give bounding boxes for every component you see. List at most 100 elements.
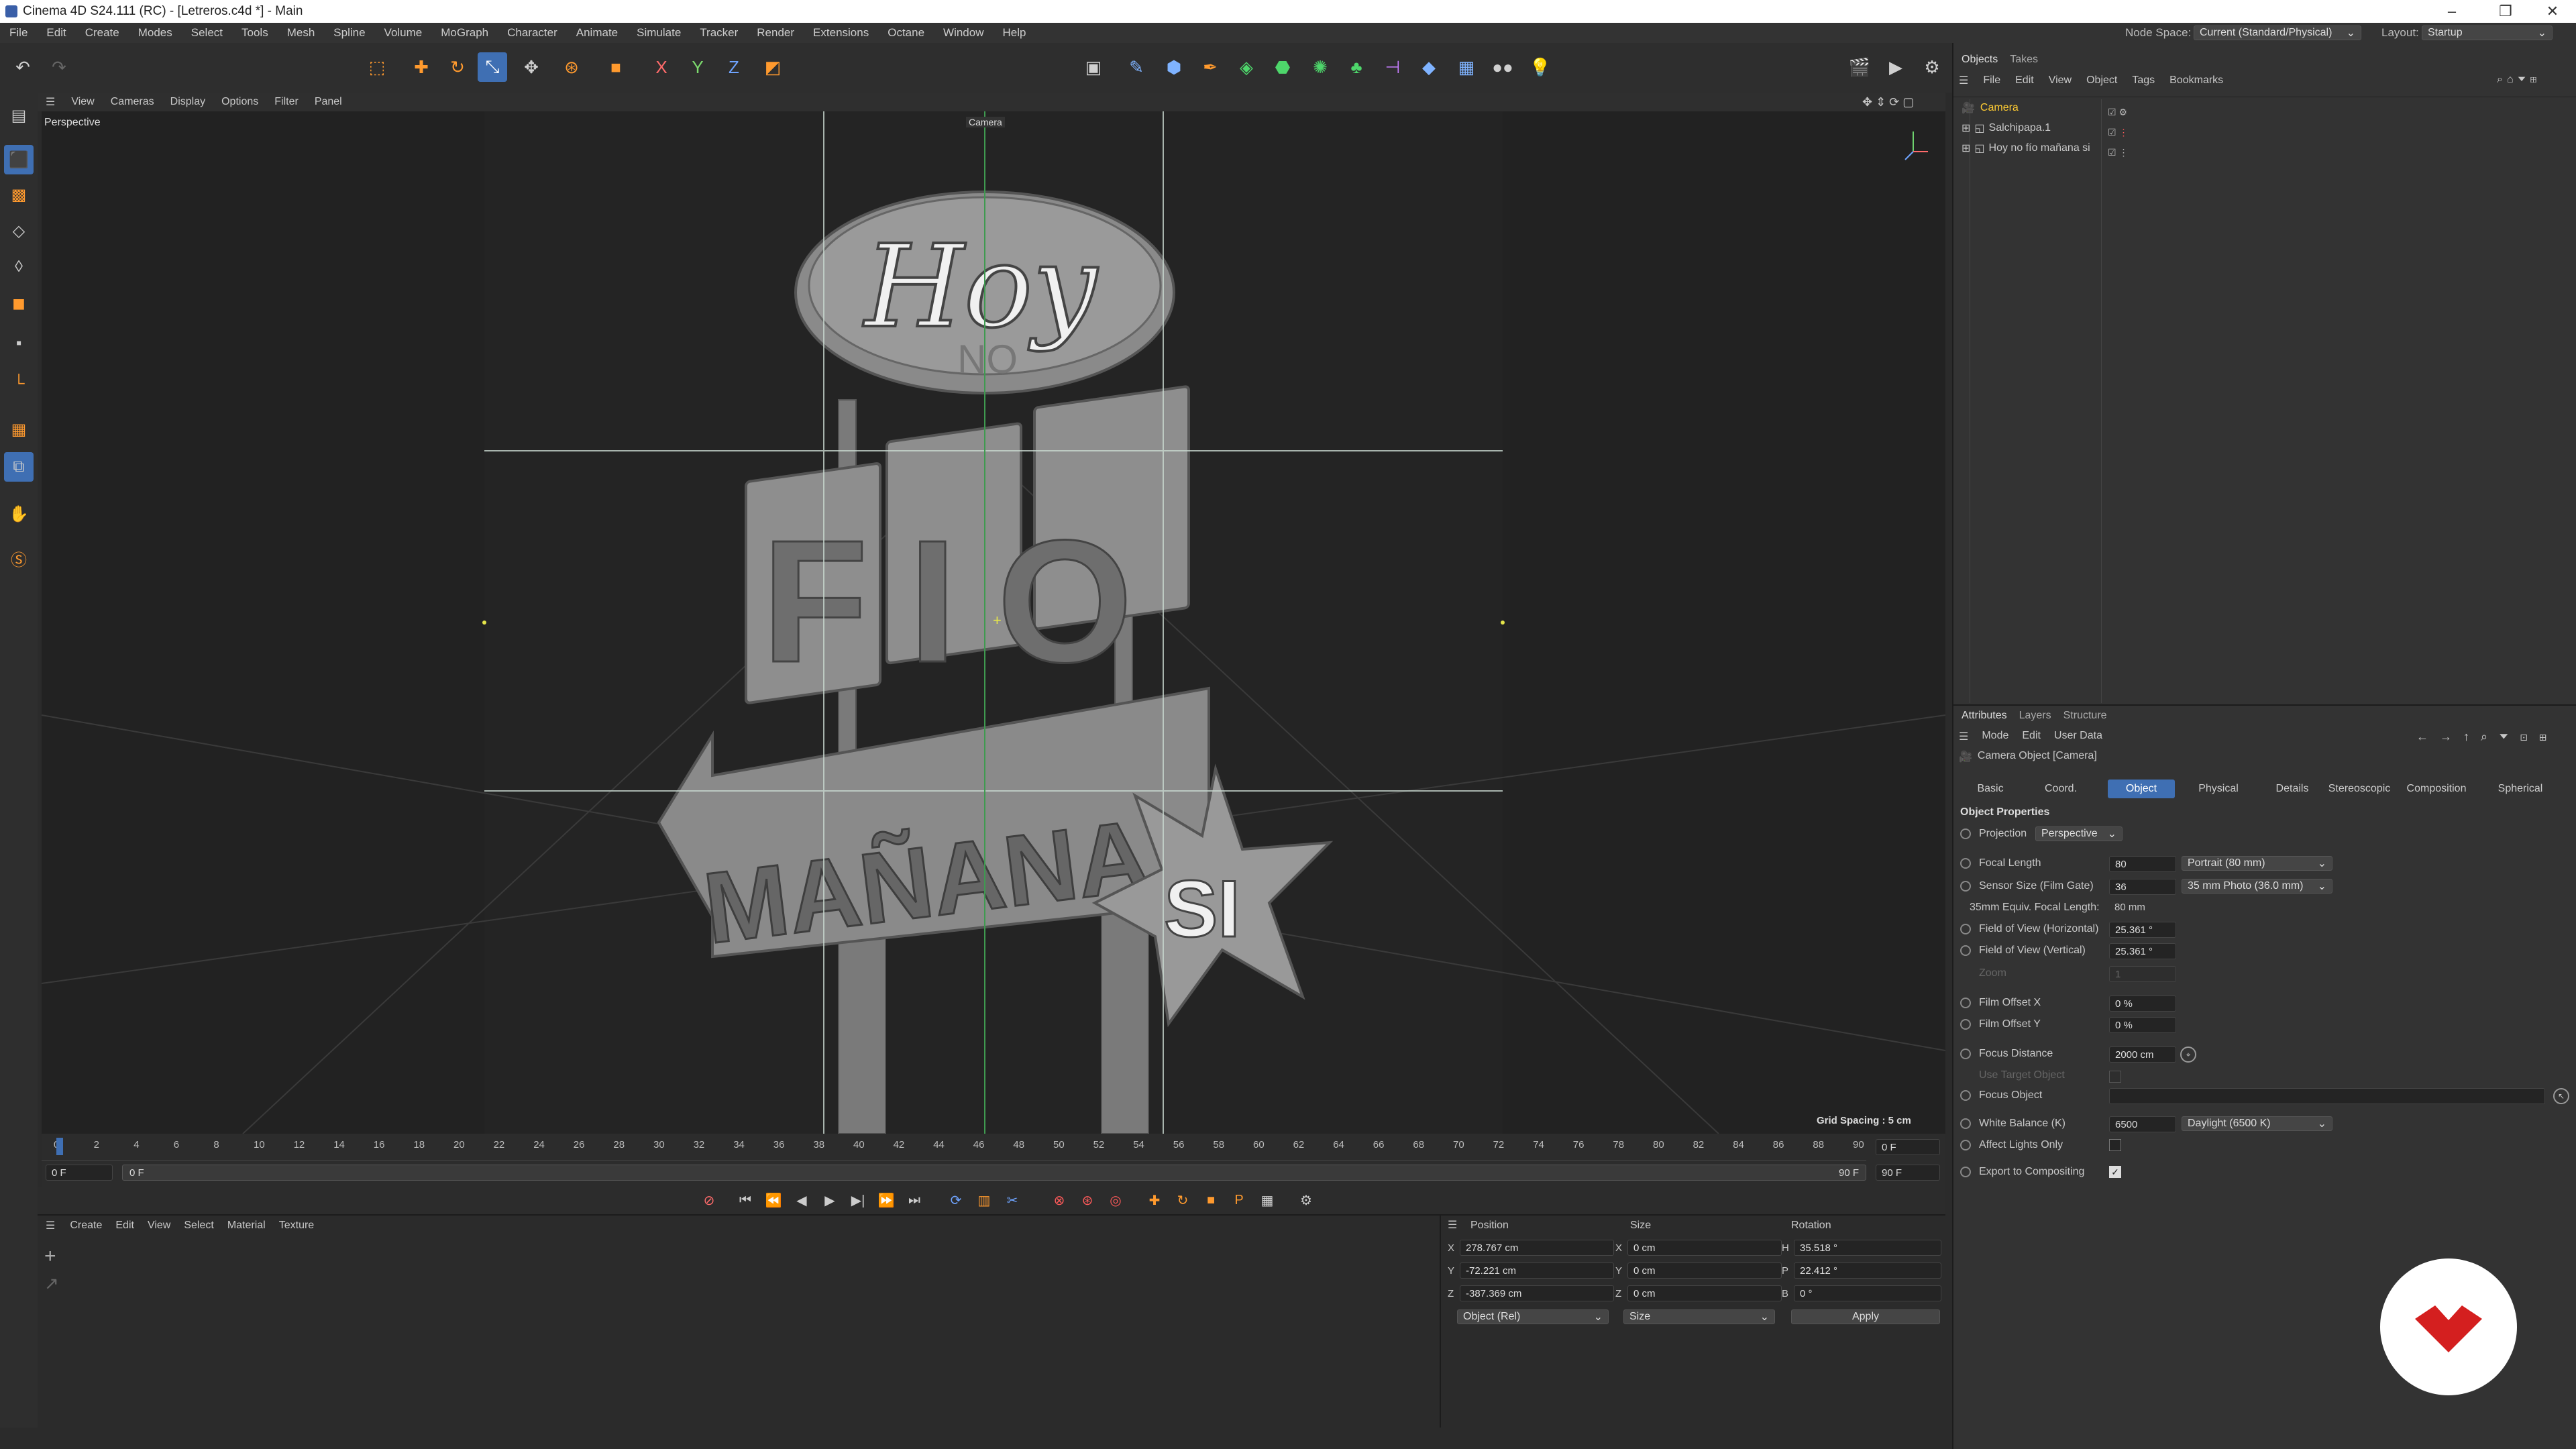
anim-circle-icon[interactable]: [1960, 1049, 1971, 1059]
anim-circle-icon[interactable]: [1960, 1090, 1971, 1101]
tab-structure[interactable]: Structure: [2063, 710, 2107, 722]
workplane-icon[interactable]: ▦: [4, 415, 34, 444]
mat-menu-create[interactable]: Create: [63, 1220, 109, 1232]
mat-menu-material[interactable]: Material: [221, 1220, 272, 1232]
minimize-icon[interactable]: –: [2428, 0, 2475, 23]
node-space-dropdown[interactable]: Current (Standard/Physical) ⌄: [2194, 25, 2361, 40]
spline-pen-icon[interactable]: ✒: [1195, 52, 1225, 82]
lock-y-icon[interactable]: Y: [683, 52, 712, 82]
menu-render[interactable]: Render: [747, 26, 804, 40]
subtab-physical[interactable]: Physical: [2182, 780, 2255, 798]
render-view-icon[interactable]: ▣: [1079, 52, 1108, 82]
sound-icon[interactable]: ✂: [1002, 1190, 1022, 1210]
object-row-salchipapa[interactable]: ⊞ ◱ Salchipapa.1: [1962, 118, 2051, 138]
object-mode-icon[interactable]: ◩: [758, 52, 788, 82]
autokey-icon[interactable]: ⊛: [1077, 1190, 1097, 1210]
om-menu-tags[interactable]: Tags: [2132, 74, 2155, 87]
anim-circle-icon[interactable]: [1960, 1140, 1971, 1150]
undo-icon[interactable]: ↶: [8, 52, 38, 82]
subtab-coord[interactable]: Coord.: [2027, 780, 2094, 798]
menu-file[interactable]: File: [0, 26, 37, 40]
subdivision-icon[interactable]: ◈: [1232, 52, 1261, 82]
axis-mode-icon[interactable]: └: [4, 369, 34, 398]
viewport-nav-icon[interactable]: ✥ ⇕ ⟳ ▢: [1862, 95, 1914, 109]
pos-x-field[interactable]: 278.767 cm: [1460, 1240, 1614, 1256]
anim-circle-icon[interactable]: [1960, 858, 1971, 869]
tab-objects[interactable]: Objects: [1962, 54, 1998, 66]
cube-icon[interactable]: ⬢: [1159, 52, 1189, 82]
anim-circle-icon[interactable]: [1960, 828, 1971, 839]
restore-icon[interactable]: ❐: [2482, 0, 2529, 23]
anim-circle-icon[interactable]: [1960, 998, 1971, 1008]
fps-icon[interactable]: ▥: [974, 1190, 994, 1210]
om-menu-object[interactable]: Object: [2086, 74, 2117, 87]
vp-menu-options[interactable]: Options: [213, 96, 266, 108]
rot-p-field[interactable]: 22.412 °: [1794, 1263, 1941, 1279]
script-icon[interactable]: Ⓢ: [4, 543, 34, 573]
menu-volume[interactable]: Volume: [375, 26, 432, 40]
extrude-icon[interactable]: ⬣: [1268, 52, 1297, 82]
hamburger-icon[interactable]: ☰: [1959, 730, 1968, 743]
sensor-preset-dropdown[interactable]: 35 mm Photo (36.0 mm) ⌄: [2182, 879, 2332, 894]
model-mode-icon[interactable]: ⬛: [4, 145, 34, 174]
go-to-end-icon[interactable]: ⏭: [904, 1190, 924, 1210]
uv-mode-icon[interactable]: ▪: [4, 329, 34, 358]
pos-y-field[interactable]: -72.221 cm: [1460, 1263, 1614, 1279]
pick-object-icon[interactable]: ↖: [2553, 1088, 2569, 1104]
material-tool-icon[interactable]: ↗: [44, 1273, 59, 1294]
mat-menu-select[interactable]: Select: [177, 1220, 220, 1232]
visibility-toggles[interactable]: ☑ ⚙ ☑ ⋮ ☑ ⋮: [2108, 102, 2128, 162]
menu-octane[interactable]: Octane: [878, 26, 934, 40]
coordinate-system-icon[interactable]: ■: [601, 52, 631, 82]
pos-z-field[interactable]: -387.369 cm: [1460, 1285, 1614, 1301]
key-position-icon[interactable]: ✚: [1144, 1190, 1165, 1210]
sensor-field[interactable]: 36: [2109, 879, 2176, 895]
rotate-tool-icon[interactable]: ↻: [443, 52, 472, 82]
anim-circle-icon[interactable]: [1960, 945, 1971, 956]
anim-circle-icon[interactable]: [1960, 1167, 1971, 1177]
points-mode-icon[interactable]: ◇: [4, 216, 34, 246]
move-tool-icon[interactable]: ✚: [407, 52, 436, 82]
camera-icon[interactable]: ●●: [1488, 52, 1517, 82]
render-settings-icon[interactable]: ⚙: [1917, 52, 1947, 82]
lock-x-icon[interactable]: X: [647, 52, 676, 82]
scale-tool-icon[interactable]: ⤡: [478, 52, 507, 82]
mat-menu-edit[interactable]: Edit: [109, 1220, 141, 1232]
key-scale-icon[interactable]: ■: [1201, 1190, 1221, 1210]
export-checkbox[interactable]: ✓: [2109, 1166, 2121, 1178]
offset-x-field[interactable]: 0 %: [2109, 996, 2176, 1012]
hamburger-icon[interactable]: ☰: [38, 1219, 63, 1232]
vp-menu-panel[interactable]: Panel: [307, 96, 350, 108]
tab-takes[interactable]: Takes: [2010, 54, 2038, 66]
menu-mograph[interactable]: MoGraph: [431, 26, 498, 40]
om-menu-file[interactable]: File: [1983, 74, 2000, 87]
menu-spline[interactable]: Spline: [324, 26, 374, 40]
rot-b-field[interactable]: 0 °: [1794, 1285, 1941, 1301]
menu-tracker[interactable]: Tracker: [690, 26, 747, 40]
subtab-basic[interactable]: Basic: [1960, 780, 2021, 798]
anim-circle-icon[interactable]: [1960, 924, 1971, 934]
focal-length-field[interactable]: 80: [2109, 856, 2176, 872]
next-frame-icon[interactable]: ▶|: [848, 1190, 868, 1210]
keyframe-selection-icon[interactable]: ◎: [1106, 1190, 1126, 1210]
subtab-composition[interactable]: Composition: [2396, 780, 2477, 798]
am-menu-mode[interactable]: Mode: [1982, 730, 2008, 743]
affect-lights-checkbox[interactable]: [2109, 1139, 2121, 1151]
apply-button[interactable]: Apply: [1791, 1309, 1940, 1324]
light-icon[interactable]: 💡: [1525, 52, 1555, 82]
cloner-icon[interactable]: ✺: [1305, 52, 1335, 82]
key-rotation-icon[interactable]: ↻: [1173, 1190, 1193, 1210]
snap-icon[interactable]: ⧉: [4, 452, 34, 482]
vp-menu-display[interactable]: Display: [162, 96, 213, 108]
prev-key-icon[interactable]: ⏪: [763, 1190, 784, 1210]
record-active-icon[interactable]: ⊗: [1049, 1190, 1069, 1210]
focal-preset-dropdown[interactable]: Portrait (80 mm) ⌄: [2182, 856, 2332, 871]
spline-icon[interactable]: ✎: [1122, 52, 1151, 82]
tab-attributes[interactable]: Attributes: [1962, 710, 2007, 722]
field-icon[interactable]: ◆: [1414, 52, 1444, 82]
timeline[interactable]: 0246810121416182022242628303234363840424…: [42, 1134, 1945, 1187]
key-param-icon[interactable]: P: [1229, 1190, 1249, 1210]
fov-v-field[interactable]: 25.361 °: [2109, 943, 2176, 959]
coord-mode-dropdown[interactable]: Object (Rel) ⌄: [1457, 1309, 1609, 1324]
tweak-icon[interactable]: ✋: [4, 499, 34, 529]
